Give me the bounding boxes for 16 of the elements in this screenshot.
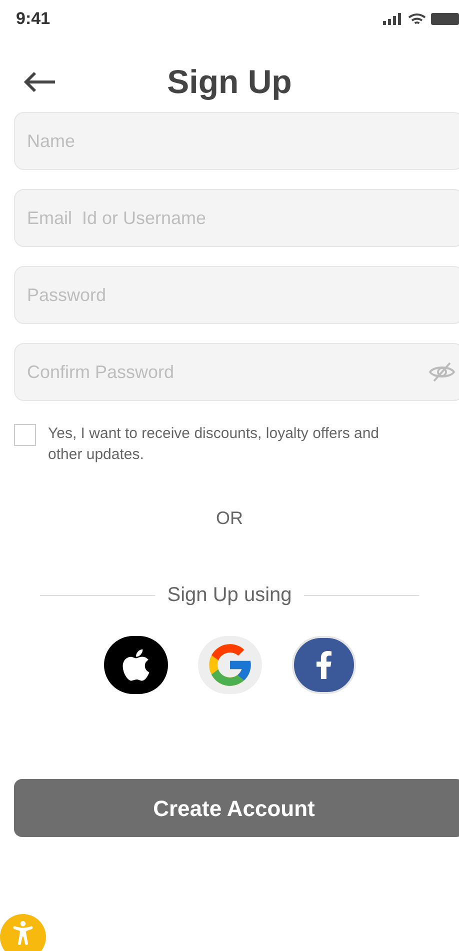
accessibility-icon [11, 921, 35, 945]
status-time: 9:41 [16, 8, 50, 30]
or-label: OR [216, 507, 243, 530]
back-arrow-icon [23, 71, 57, 93]
consent-label: Yes, I want to receive discounts, loyalty offers and other updates. [48, 424, 380, 465]
consent-checkbox[interactable] [14, 424, 36, 446]
create-account-button[interactable]: Create Account [14, 779, 459, 837]
page-title: Sign Up [167, 62, 292, 102]
sign-up-using-label: Sign Up using [167, 583, 292, 608]
eye-slash-icon [428, 361, 456, 383]
signal-icon [383, 13, 403, 25]
wifi-icon [408, 12, 426, 26]
google-sign-in-button[interactable] [198, 636, 262, 694]
apple-sign-in-button[interactable] [104, 636, 168, 694]
facebook-sign-in-button[interactable] [292, 636, 356, 694]
battery-icon [431, 13, 459, 25]
